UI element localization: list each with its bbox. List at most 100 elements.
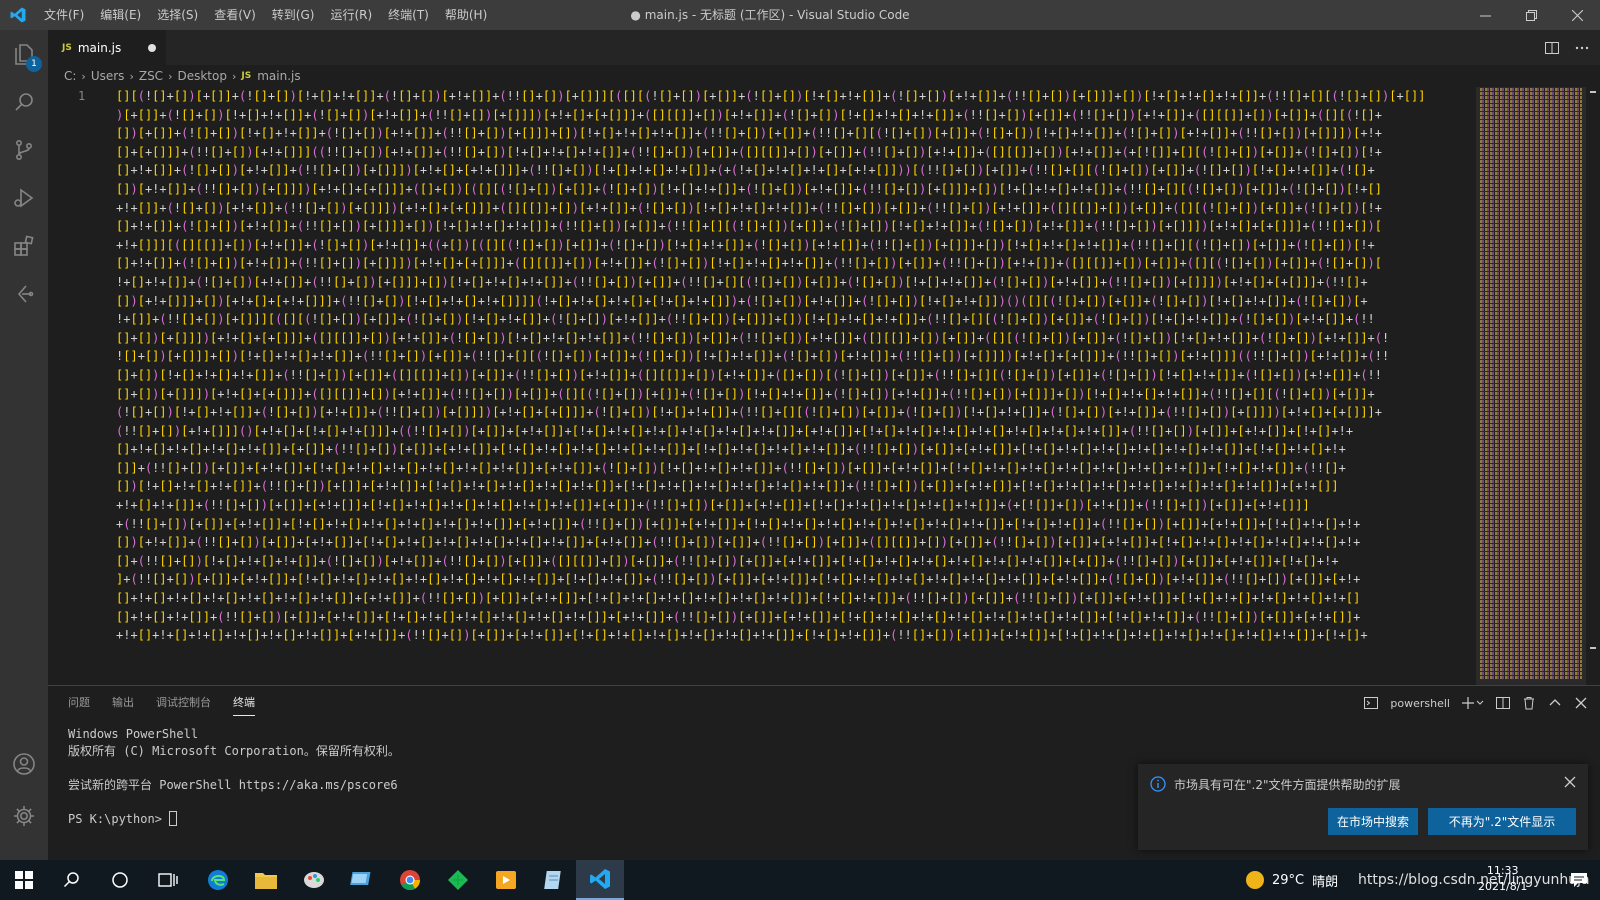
taskbar-app-paint[interactable] [290,860,338,900]
code-line[interactable]: [])[+!+[]]+(!![]+[])[+[]]])[+!+[]+[+[]]]… [116,180,1516,199]
dont-show-again-button[interactable]: 不再为".2"文件显示 [1428,808,1576,835]
explorer-button[interactable]: 1 [0,30,48,78]
vscode-logo-icon[interactable] [0,0,36,30]
code-line[interactable]: !+[]]+(!![]+[])[+[]]][([][(![]+[])[+[]]+… [116,310,1516,329]
code-line[interactable]: [])[+!+[]]+(!![]+[])[+[]]+[+!+[]]+[!+[]+… [116,533,1516,552]
taskbar-app-media[interactable] [482,860,530,900]
code-line[interactable]: []+!+[]+!+[]+!+[]+!+[]+!+[]+!+[]]+[+!+[]… [116,589,1516,608]
breadcrumb-desktop[interactable]: Desktop [177,69,227,83]
code-line[interactable]: []+[])[+[]]])[+!+[]+[+[]]]+([][[]]+[])[+… [116,385,1516,404]
code-line[interactable]: +!+[]+!+[]+!+[]+!+[]+!+[]+!+[]]+[+!+[]]+… [116,626,1516,645]
search-button[interactable] [0,78,48,126]
code-line[interactable]: []+!+[]+!+[]+!+[]+!+[]]+[+[]]+(!![]+[])[… [116,440,1516,459]
tab-main-js[interactable]: JS main.js [48,30,166,65]
cortana-button[interactable] [96,860,144,900]
taskbar-file-explorer[interactable] [242,860,290,900]
terminal-shell-name[interactable]: powershell [1390,697,1450,710]
code-line[interactable]: [])[+[]]+(![]+[])[!+[]+!+[]]+(![]+[])[+!… [116,124,1516,143]
taskbar-vscode[interactable] [576,860,624,900]
taskbar-search-button[interactable] [48,860,96,900]
code-line[interactable]: []]+(!![]+[])[+[]]+[+!+[]]+[!+[]+!+[]+!+… [116,459,1516,478]
breadcrumb-drive[interactable]: C: [64,69,76,83]
menu-go[interactable]: 转到(G) [264,0,323,30]
code-line[interactable]: !+[]+!+[]]+(![]+[])[+!+[]]+(!![]+[])[+[]… [116,273,1516,292]
code-editor[interactable]: 1 [][(![]+[])[+[]]+(![]+[])[!+[]+!+[]]+(… [48,87,1600,685]
extensions-button[interactable] [0,222,48,270]
menu-edit[interactable]: 编辑(E) [92,0,149,30]
breadcrumb-file[interactable]: main.js [257,69,300,83]
code-line[interactable]: +(!![]+[])[+[]]+[+!+[]]+[!+[]+!+[]+!+[]+… [116,515,1516,534]
code-line[interactable]: [])[+!+[]]]+[])[+!+[]+[+!+[]]]+(!![]+[])… [116,292,1516,311]
tab-problems[interactable]: 问题 [68,686,90,720]
action-center-button[interactable] [1562,860,1596,900]
split-terminal-icon[interactable] [1496,696,1510,710]
code-line[interactable]: (![]+[])[!+[]+!+[]]+(![]+[])[+!+[]]+(!![… [116,403,1516,422]
trash-icon[interactable] [1522,696,1536,710]
code-line[interactable]: []+[])[+[]]])[+!+[]+[+[]]]+([][[]]+[])[+… [116,329,1516,348]
task-view-button[interactable] [144,860,192,900]
close-window-button[interactable] [1554,0,1600,30]
menu-file[interactable]: 文件(F) [36,0,92,30]
code-line[interactable]: [])[!+[]+!+[]+!+[]]+(!![]+[])[+[]]+[+!+[… [116,477,1516,496]
close-notification-icon[interactable] [1564,776,1576,788]
search-marketplace-button[interactable]: 在市场中搜索 [1328,808,1418,835]
code-line[interactable]: +!+[]]+(![]+[])[+!+[]]+(!![]+[])[+[]]])[… [116,199,1516,218]
unsaved-dot-icon[interactable] [148,44,156,52]
code-line[interactable]: []+(!![]+[])[!+[]+!+[]+!+[]]+(![]+[])[+!… [116,552,1516,571]
chevron-up-icon[interactable] [1548,696,1562,710]
minimap-line [1480,288,1582,291]
manage-button[interactable] [0,792,48,840]
start-button[interactable] [0,860,48,900]
code-line[interactable]: []+!+[]]+(![]+[])[+!+[]]+(!![]+[])[+[]]]… [116,161,1516,180]
code-line[interactable]: [][(![]+[])[+[]]+(![]+[])[!+[]+!+[]]+(![… [116,87,1516,106]
weather-widget[interactable]: 29°C 晴朗 [1246,860,1338,900]
menu-terminal[interactable]: 终端(T) [380,0,437,30]
accounts-button[interactable] [0,740,48,788]
code-line[interactable]: +!+[]]][([][[]]+[])[+!+[]]+(![]+[])[+!+[… [116,236,1516,255]
taskbar-app-notes[interactable] [530,860,578,900]
code-line[interactable]: (!![]+[])[+!+[]]]()[+!+[]+[!+[]+!+[]]]+(… [116,422,1516,441]
more-actions-icon[interactable] [1574,40,1590,56]
vertical-scrollbar[interactable] [1586,87,1600,685]
taskbar-app-remote[interactable] [338,860,386,900]
taskbar-app-green[interactable] [434,860,482,900]
system-clock[interactable]: 11:33 2021/8/1 [1478,863,1527,895]
terminal-output[interactable]: Windows PowerShell 版权所有 (C) Microsoft Co… [68,726,400,828]
minimap[interactable] [1476,87,1586,685]
split-editor-icon[interactable] [1544,40,1560,56]
minimap-line [1480,500,1582,503]
run-debug-button[interactable] [0,174,48,222]
taskbar-edge[interactable] [194,860,242,900]
close-panel-icon[interactable] [1574,696,1588,710]
breadcrumb-users[interactable]: Users [91,69,125,83]
code-line[interactable]: []+[])[!+[]+!+[]+!+[]]+(!![]+[])[+[]]+([… [116,366,1516,385]
code-content[interactable]: [][(![]+[])[+[]]+(![]+[])[!+[]+!+[]]+(![… [116,87,1516,685]
code-line[interactable]: +!+[]+!+[]]+(!![]+[])[+[]]+[+!+[]]+[!+[]… [116,496,1516,515]
menu-selection[interactable]: 选择(S) [149,0,206,30]
code-line[interactable]: []+!+[]+!+[]]+(!![]+[])[+[]]+[+!+[]]+[!+… [116,608,1516,627]
source-control-button[interactable] [0,126,48,174]
menu-view[interactable]: 查看(V) [206,0,264,30]
minimize-button[interactable] [1462,0,1508,30]
restore-button[interactable] [1508,0,1554,30]
remote-explorer-button[interactable] [0,270,48,318]
code-line[interactable]: []+!+[]]+(![]+[])[+!+[]]+(!![]+[])[+[]]]… [116,217,1516,236]
tab-debug-console[interactable]: 调试控制台 [156,686,211,720]
taskbar-chrome[interactable] [386,860,434,900]
code-line[interactable]: []+!+[]]+(![]+[])[+!+[]]+(!![]+[])[+[]]]… [116,254,1516,273]
code-line[interactable]: []+[+[]]]+(!![]+[])[+!+[]]]((!![]+[])[+!… [116,143,1516,162]
breadcrumb-zsc[interactable]: ZSC [139,69,163,83]
code-line[interactable]: ]+(!![]+[])[+[]]+[+!+[]]+[!+[]+!+[]+!+[]… [116,570,1516,589]
terminal-prompt-line[interactable]: PS K:\python> [68,811,400,828]
menu-help[interactable]: 帮助(H) [437,0,495,30]
menu-run[interactable]: 运行(R) [322,0,380,30]
code-line[interactable]: ![]+[])[+[]]]+[])[!+[]+!+[]+!+[]]+(!![]+… [116,347,1516,366]
account-icon [13,753,35,775]
tab-output[interactable]: 输出 [112,686,134,720]
chevron-right-icon: › [129,69,134,83]
tab-terminal[interactable]: 终端 [233,691,255,716]
code-line[interactable]: )[+[]]+(![]+[])[!+[]+!+[]]+(![]+[])[+!+[… [116,106,1516,125]
new-terminal-icon[interactable] [1462,696,1484,710]
minimap-line [1480,96,1582,99]
minimap-line [1480,356,1582,359]
